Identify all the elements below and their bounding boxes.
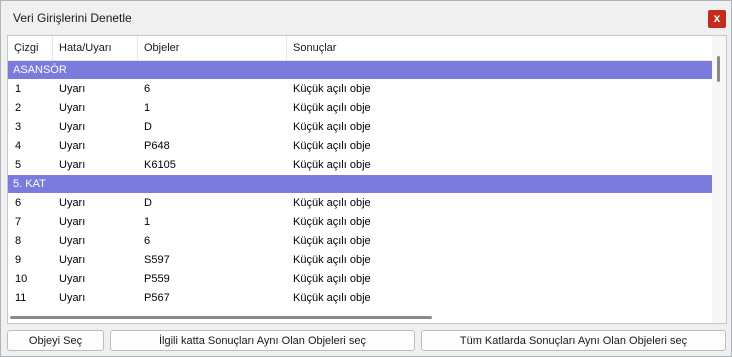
group-header-row[interactable]: 5. KAT [8, 175, 712, 193]
cell-object: S597 [144, 254, 170, 266]
cell-line: 3 [15, 121, 22, 133]
cell-line: 6 [15, 197, 22, 209]
table-row[interactable]: 1 Uyarı 6 Küçük açılı obje [8, 80, 712, 99]
cell-object: D [144, 121, 152, 133]
cell-object: D [144, 197, 152, 209]
select-same-floor-button[interactable]: İlgili katta Sonuçları Aynı Olan Objeler… [110, 330, 415, 351]
column-header-results[interactable]: Sonuçlar [287, 36, 712, 60]
select-all-floors-button[interactable]: Tüm Katlarda Sonuçları Aynı Olan Objeler… [421, 330, 726, 351]
cell-result: Küçük açılı obje [293, 216, 371, 228]
cell-object: 1 [144, 216, 151, 228]
cell-result: Küçük açılı obje [293, 83, 371, 95]
list-rows: ASANSÖR 1 Uyarı 6 Küçük açılı obje 2 Uyarı 1 Küç… [8, 61, 712, 308]
cell-result: Küçük açılı obje [293, 254, 371, 266]
cell-object: 1 [144, 102, 151, 114]
cell-line: 8 [15, 235, 22, 247]
cell-line: 9 [15, 254, 22, 266]
table-row[interactable]: 4 Uyarı P648 Küçük açılı obje [8, 137, 712, 156]
table-row[interactable]: 9 Uyarı S597 Küçük açılı obje [8, 251, 712, 270]
table-row[interactable]: 3 Uyarı D Küçük açılı obje [8, 118, 712, 137]
list-header: Çizgi Hata/Uyarı Objeler Sonuçlar [8, 36, 712, 61]
cell-object: P567 [144, 292, 170, 304]
cell-line: 11 [15, 292, 27, 304]
cell-type: Uyarı [59, 83, 86, 95]
cell-result: Küçük açılı obje [293, 159, 371, 171]
cell-type: Uyarı [59, 292, 86, 304]
table-row[interactable]: 2 Uyarı 1 Küçük açılı obje [8, 99, 712, 118]
results-list[interactable]: Çizgi Hata/Uyarı Objeler Sonuçlar ASANSÖ… [7, 35, 727, 324]
cell-line: 1 [15, 83, 22, 95]
vertical-scroll-thumb[interactable] [717, 56, 720, 82]
cell-object: 6 [144, 83, 151, 95]
cell-type: Uyarı [59, 235, 86, 247]
close-icon: x [713, 11, 721, 25]
cell-result: Küçük açılı obje [293, 273, 371, 285]
cell-result: Küçük açılı obje [293, 235, 371, 247]
cell-line: 7 [15, 216, 22, 228]
cell-type: Uyarı [59, 159, 86, 171]
table-row[interactable]: 7 Uyarı 1 Küçük açılı obje [8, 213, 712, 232]
column-header-type[interactable]: Hata/Uyarı [53, 36, 138, 60]
vertical-scrollbar[interactable] [712, 36, 726, 323]
table-row[interactable]: 10 Uyarı P559 Küçük açılı obje [8, 270, 712, 289]
cell-result: Küçük açılı obje [293, 102, 371, 114]
cell-object: K6105 [144, 159, 176, 171]
cell-line: 5 [15, 159, 22, 171]
cell-line: 2 [15, 102, 22, 114]
cell-result: Küçük açılı obje [293, 197, 371, 209]
window-title: Veri Girişlerini Denetle [13, 11, 132, 25]
horizontal-scroll-thumb[interactable] [10, 316, 432, 319]
check-data-entries-dialog: Veri Girişlerini Denetle x Çizgi Hata/Uy… [0, 0, 732, 357]
close-button[interactable]: x [708, 10, 726, 28]
cell-result: Küçük açılı obje [293, 292, 371, 304]
cell-line: 4 [15, 140, 22, 152]
cell-result: Küçük açılı obje [293, 121, 371, 133]
cell-line: 10 [15, 273, 28, 285]
cell-type: Uyarı [59, 273, 86, 285]
cell-type: Uyarı [59, 121, 86, 133]
cell-type: Uyarı [59, 102, 86, 114]
cell-type: Uyarı [59, 216, 86, 228]
column-header-objects[interactable]: Objeler [138, 36, 287, 60]
cell-type: Uyarı [59, 140, 86, 152]
cell-object: 6 [144, 235, 151, 247]
group-header-row[interactable]: ASANSÖR [8, 61, 712, 79]
cell-type: Uyarı [59, 197, 86, 209]
table-row[interactable]: 5 Uyarı K6105 Küçük açılı obje [8, 156, 712, 175]
table-row[interactable]: 6 Uyarı D Küçük açılı obje [8, 194, 712, 213]
select-object-button[interactable]: Objeyi Seç [7, 330, 104, 351]
cell-object: P559 [144, 273, 170, 285]
cell-result: Küçük açılı obje [293, 140, 371, 152]
title-bar[interactable]: Veri Girişlerini Denetle x [1, 1, 731, 35]
cell-type: Uyarı [59, 254, 86, 266]
column-header-line[interactable]: Çizgi [8, 36, 53, 60]
table-row[interactable]: 8 Uyarı 6 Küçük açılı obje [8, 232, 712, 251]
cell-object: P648 [144, 140, 170, 152]
table-row[interactable]: 11 Uyarı P567 Küçük açılı obje [8, 289, 712, 308]
